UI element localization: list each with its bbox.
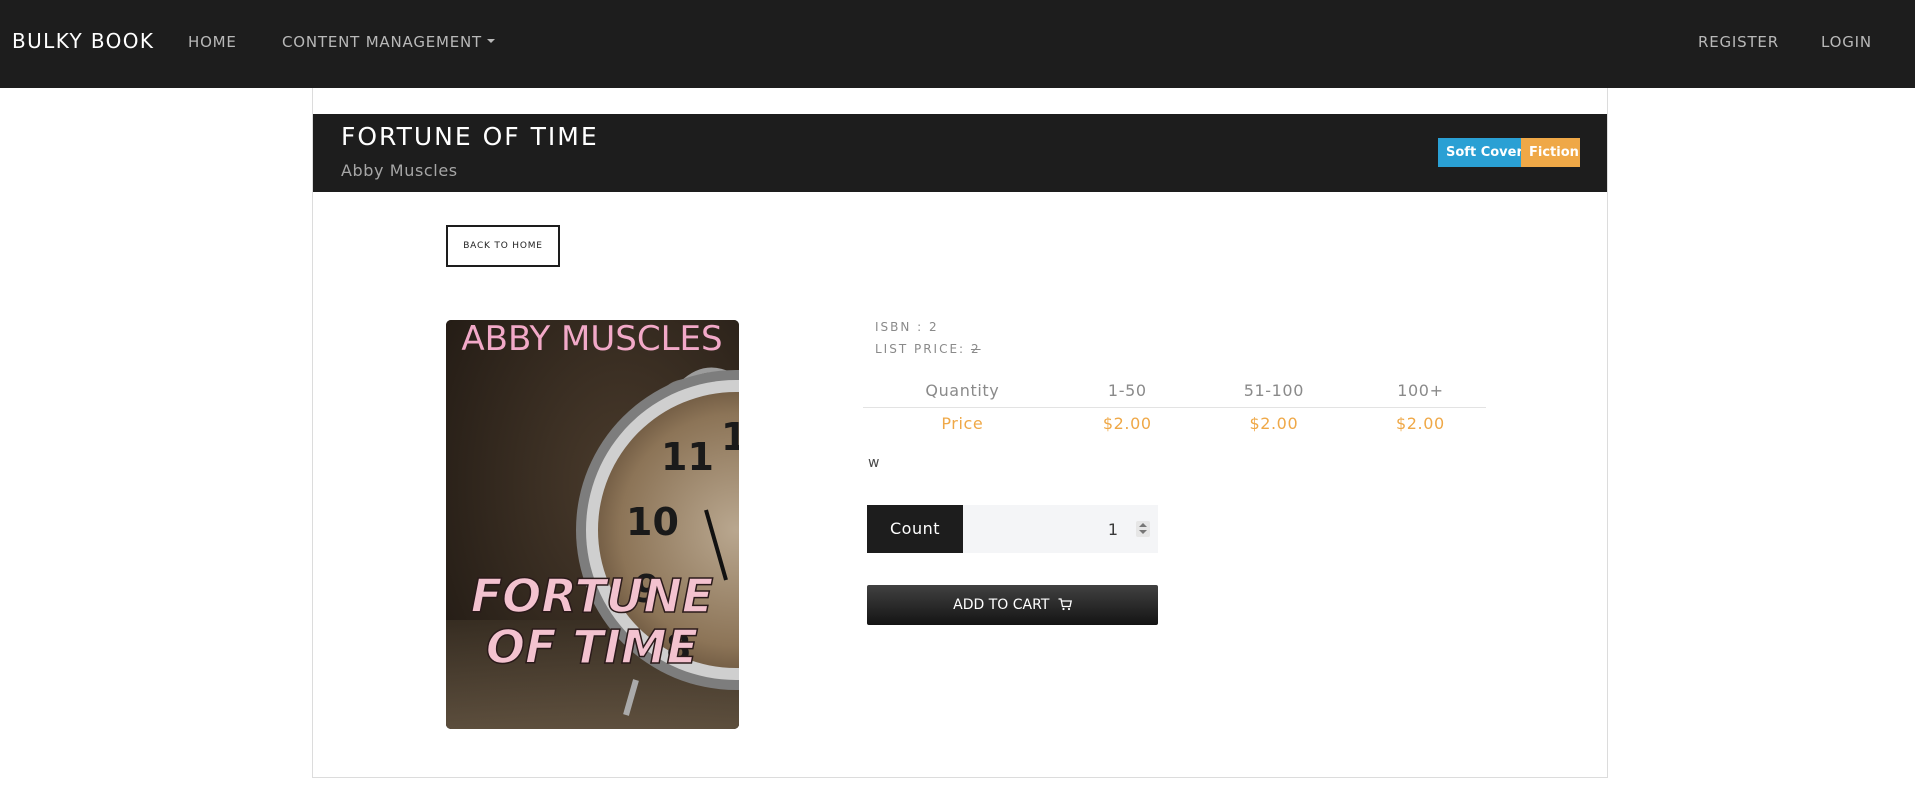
svg-text:10: 10 bbox=[626, 500, 679, 544]
category-badge: Fiction bbox=[1521, 138, 1580, 167]
count-stepper[interactable] bbox=[1136, 521, 1150, 537]
decrement-icon[interactable] bbox=[1139, 530, 1147, 534]
tier-3-price: $2.00 bbox=[1396, 414, 1445, 434]
price-table: Quantity 1-50 51-100 100+ Price $2.00 $2… bbox=[863, 374, 1486, 440]
chevron-down-icon bbox=[487, 38, 496, 43]
cover-type-badge: Soft Cover bbox=[1438, 138, 1523, 167]
tier-2-price: $2.00 bbox=[1249, 414, 1299, 434]
count-input[interactable] bbox=[963, 505, 1158, 553]
price-label: Price bbox=[941, 414, 984, 434]
price-table-header-row: Quantity 1-50 51-100 100+ bbox=[863, 374, 1486, 408]
svg-text:12: 12 bbox=[721, 415, 739, 459]
list-price: LIST PRICE: 2 bbox=[875, 342, 981, 356]
count-input-group: Count bbox=[867, 505, 1158, 553]
tier-2-header: 51-100 bbox=[1192, 374, 1355, 408]
clock-cover-illustration: 11 12 10 9 8 ABBY MUSCLES FORTUNE OF TIM… bbox=[446, 320, 739, 729]
product-header: FORTUNE OF TIME Abby Muscles Soft Cover … bbox=[313, 114, 1607, 192]
nav-register-link[interactable]: REGISTER bbox=[1698, 33, 1779, 51]
cart-icon bbox=[1058, 597, 1072, 610]
quantity-header: Quantity bbox=[863, 374, 1062, 408]
cover-title-line2: OF TIME bbox=[486, 620, 698, 674]
brand-link[interactable]: BULKY BOOK bbox=[12, 29, 154, 53]
top-navbar: BULKY BOOK HOME CONTENT MANAGEMENT REGIS… bbox=[0, 0, 1915, 88]
list-price-value: 2 bbox=[970, 342, 981, 356]
add-to-cart-label: ADD TO CART bbox=[953, 597, 1050, 613]
nav-login-link[interactable]: LOGIN bbox=[1821, 33, 1872, 51]
list-price-label: LIST PRICE: bbox=[875, 342, 966, 356]
content-management-label: CONTENT MANAGEMENT bbox=[282, 33, 483, 51]
add-to-cart-button[interactable]: ADD TO CART bbox=[867, 585, 1158, 625]
book-cover-image: 11 12 10 9 8 ABBY MUSCLES FORTUNE OF TIM… bbox=[446, 320, 739, 729]
back-to-home-button[interactable]: BACK TO HOME bbox=[446, 225, 560, 267]
price-table-price-row: Price $2.00 $2.00 $2.00 bbox=[863, 407, 1486, 440]
cover-title-line1: FORTUNE bbox=[471, 569, 714, 623]
isbn-text: ISBN : 2 bbox=[875, 320, 939, 334]
nav-home-link[interactable]: HOME bbox=[188, 33, 237, 51]
product-description: w bbox=[868, 455, 880, 471]
tier-1-price: $2.00 bbox=[1102, 414, 1152, 434]
product-author: Abby Muscles bbox=[341, 161, 458, 180]
cover-author-text: ABBY MUSCLES bbox=[461, 320, 722, 359]
product-title: FORTUNE OF TIME bbox=[341, 122, 599, 151]
tier-3-header: 100+ bbox=[1354, 374, 1486, 408]
increment-icon[interactable] bbox=[1139, 523, 1147, 527]
nav-content-management-dropdown[interactable]: CONTENT MANAGEMENT bbox=[282, 33, 496, 51]
count-label: Count bbox=[867, 505, 963, 553]
tier-1-header: 1-50 bbox=[1061, 374, 1193, 408]
svg-text:11: 11 bbox=[661, 435, 714, 479]
